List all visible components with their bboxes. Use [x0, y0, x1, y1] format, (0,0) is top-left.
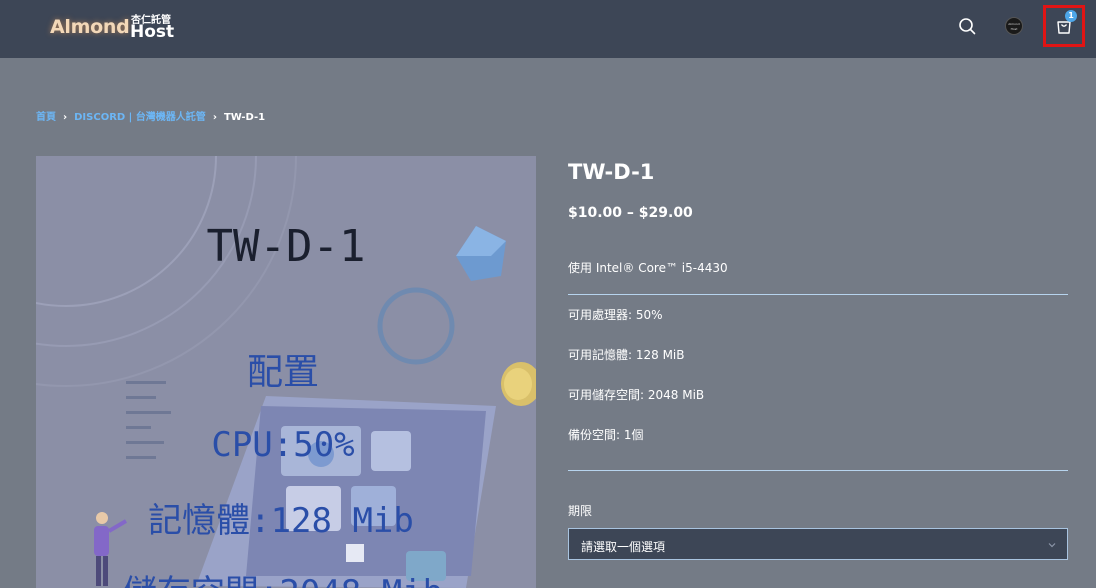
- cart-count-badge: 1: [1065, 10, 1077, 22]
- cpu-model-text: 使用 Intel® Core™ i5-4430: [568, 261, 728, 275]
- breadcrumb: 首頁 › DISCORD | 台灣機器人託管 › TW-D-1: [36, 108, 265, 123]
- spec-memory: 可用記憶體: 128 MiB: [568, 348, 685, 362]
- image-memory-text: 記憶體:128 Mib: [148, 501, 414, 541]
- chevron-down-icon: [1047, 539, 1057, 549]
- breadcrumb-separator: ›: [63, 112, 68, 123]
- spec-backup: 備份空間: 1個: [568, 428, 644, 442]
- product-title: TW-D-1: [568, 160, 655, 184]
- avatar[interactable]: Almond Host: [1005, 17, 1023, 35]
- spec-divider-top: [568, 294, 1068, 295]
- breadcrumb-current: TW-D-1: [223, 112, 266, 123]
- product-illustration: TW-D-1 配置 CPU:50% 記憶體:128 Mib 儲存空間:2048 …: [36, 156, 536, 588]
- avatar-text: Almond Host: [1008, 22, 1020, 31]
- spec-storage: 可用儲存空間: 2048 MiB: [568, 388, 705, 402]
- search-icon[interactable]: [956, 15, 978, 37]
- logo-brand-text: Almond: [50, 16, 130, 38]
- cart-button[interactable]: 1: [1043, 5, 1085, 47]
- period-select-value: 請選取一個選項: [581, 540, 666, 554]
- period-select[interactable]: 請選取一個選項: [568, 528, 1068, 560]
- image-title-text: TW-D-1: [207, 221, 366, 272]
- image-cpu-text: CPU:50%: [211, 425, 354, 465]
- spec-cpu: 可用處理器: 50%: [568, 308, 663, 322]
- period-label: 期限: [568, 504, 593, 518]
- breadcrumb-category-link[interactable]: DISCORD | 台灣機器人託管: [74, 112, 206, 123]
- spec-divider-bottom: [568, 470, 1068, 471]
- site-logo[interactable]: Almond 杏仁託管 Host: [50, 10, 180, 46]
- product-price: $10.00 – $29.00: [568, 205, 693, 221]
- image-heading-text: 配置: [247, 352, 319, 393]
- logo-host-text: Host: [130, 22, 175, 42]
- image-storage-text: 儲存空間:2048 Mib: [123, 573, 443, 588]
- breadcrumb-separator: ›: [212, 112, 217, 123]
- product-image[interactable]: TW-D-1 配置 CPU:50% 記憶體:128 Mib 儲存空間:2048 …: [36, 156, 536, 588]
- site-header: Almond 杏仁託管 Host Almond Host 1: [0, 0, 1096, 58]
- breadcrumb-home-link[interactable]: 首頁: [36, 112, 56, 123]
